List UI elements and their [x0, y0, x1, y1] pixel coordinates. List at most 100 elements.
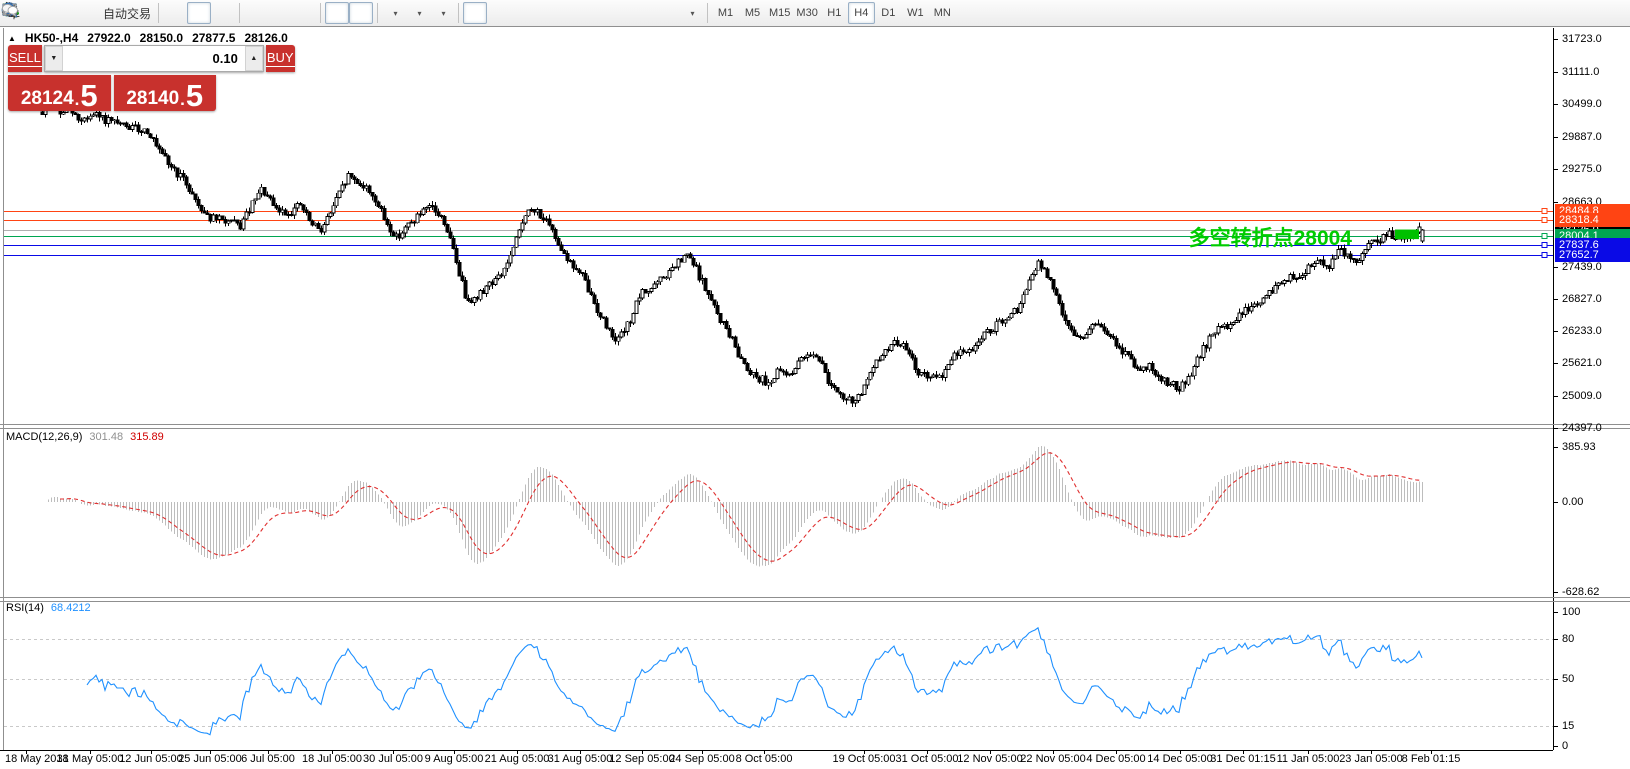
- timeframe-m15-button[interactable]: M15: [766, 2, 793, 24]
- toolbar-separator: [158, 3, 159, 23]
- time-axis-label: 25 Jun 05:00: [178, 753, 242, 765]
- sell-price-display[interactable]: 28124.5: [8, 75, 111, 111]
- price-axis-label: 24397.0: [1562, 422, 1602, 435]
- equidistant-channel-button[interactable]: E: [583, 2, 607, 24]
- rsi-axis-label: 0: [1562, 740, 1568, 753]
- auto-scroll-button[interactable]: [325, 2, 349, 24]
- time-axis-label: 19 Oct 05:00: [833, 753, 896, 765]
- price-axis-label: 26827.0: [1562, 293, 1602, 306]
- rsi-axis-label: 100: [1562, 606, 1580, 619]
- price-line-badge: 27652.7: [1555, 248, 1630, 262]
- zoom-out-button[interactable]: [268, 2, 292, 24]
- tile-windows-button[interactable]: [292, 2, 316, 24]
- chat-button[interactable]: [1598, 2, 1622, 24]
- indicators-dropdown-arrow-icon[interactable]: ▾: [394, 9, 398, 18]
- collapse-arrow-icon[interactable]: ▲: [8, 34, 16, 43]
- cursor-button[interactable]: [463, 2, 487, 24]
- timeframe-m1-button[interactable]: M1: [712, 2, 739, 24]
- price-axis-label: 29275.0: [1562, 163, 1602, 176]
- toolbar-separator: [458, 3, 459, 23]
- zoom-in-button[interactable]: [244, 2, 268, 24]
- vertical-line-button[interactable]: [511, 2, 535, 24]
- toolbar-separator: [707, 3, 708, 23]
- time-axis-label: 14 Dec 05:00: [1147, 753, 1212, 765]
- volume-input[interactable]: [63, 46, 245, 71]
- fibonacci-button[interactable]: F: [607, 2, 631, 24]
- arrows-button[interactable]: ▾: [679, 2, 703, 24]
- volume-increase-button[interactable]: ▲: [245, 46, 263, 71]
- chart-canvas[interactable]: [0, 0, 1630, 769]
- time-axis-label: 8 Feb 01:15: [1402, 753, 1461, 765]
- autotrading-label: 自动交易: [103, 5, 151, 22]
- time-axis-label: 12 Sep 05:00: [609, 753, 674, 765]
- line-chart-button[interactable]: [211, 2, 235, 24]
- periods-dropdown-arrow-icon[interactable]: ▾: [418, 9, 422, 18]
- autotrading-button[interactable]: 自动交易: [98, 2, 154, 24]
- toolbar-separator: [320, 3, 321, 23]
- ohlc-open: 27922.0: [87, 31, 130, 45]
- timeframe-h4-button[interactable]: H4: [848, 2, 875, 24]
- text-button[interactable]: A: [631, 2, 655, 24]
- time-axis-label: 11 Jan 05:00: [1277, 753, 1340, 765]
- price-line-badge: 28318.4: [1555, 213, 1630, 227]
- chart-text-annotation[interactable]: 多空转折点28004: [1189, 222, 1352, 252]
- symbol-period-label: HK50-,H4: [25, 31, 78, 45]
- time-axis-label: 31 Dec 01:15: [1210, 753, 1275, 765]
- macd-signal-value: 315.89: [130, 431, 164, 443]
- templates-dropdown-arrow-icon[interactable]: ▾: [442, 9, 446, 18]
- arrows-dropdown-arrow-icon[interactable]: ▾: [691, 9, 695, 18]
- rsi-value: 68.4212: [51, 602, 91, 614]
- macd-name: MACD(12,26,9): [6, 431, 82, 443]
- chart-symbol-header: ▲ HK50-,H4 27922.0 28150.0 27877.5 28126…: [8, 31, 288, 45]
- rsi-indicator-label: RSI(14) 68.4212: [6, 602, 91, 614]
- time-axis-label: 31 Oct 05:00: [896, 753, 959, 765]
- search-button[interactable]: [1568, 2, 1592, 24]
- timeframe-w1-button[interactable]: W1: [902, 2, 929, 24]
- toolbar-separator: [239, 3, 240, 23]
- templates-button[interactable]: ▾: [430, 2, 454, 24]
- macd-axis-label: 0.00: [1562, 496, 1583, 509]
- macd-indicator-label: MACD(12,26,9) 301.48 315.89: [6, 431, 164, 443]
- rsi-axis-label: 15: [1562, 720, 1574, 733]
- time-axis-label: 12 Nov 05:00: [957, 753, 1022, 765]
- indicators-button[interactable]: ▾: [382, 2, 406, 24]
- time-axis-label: 31 May 05:00: [57, 753, 124, 765]
- time-axis-label: 9 Aug 05:00: [425, 753, 484, 765]
- target-button[interactable]: [74, 2, 98, 24]
- time-axis-label: 24 Sep 05:00: [669, 753, 734, 765]
- time-axis-label: 31 Aug 05:00: [548, 753, 613, 765]
- timeframe-h1-button[interactable]: H1: [821, 2, 848, 24]
- rsi-name: RSI(14): [6, 602, 44, 614]
- bar-chart-button[interactable]: [163, 2, 187, 24]
- sell-button[interactable]: SELL: [8, 45, 42, 72]
- macd-main-value: 301.48: [89, 431, 123, 443]
- volume-decrease-button[interactable]: ▼: [45, 46, 63, 71]
- trendline-button[interactable]: [559, 2, 583, 24]
- one-click-trading-panel: SELL ▼ ▲ BUY 28124.5 28140.5: [8, 45, 216, 111]
- price-axis-label: 29887.0: [1562, 131, 1602, 144]
- timeframe-m30-button[interactable]: M30: [793, 2, 820, 24]
- chart-shift-button[interactable]: [349, 2, 373, 24]
- buy-button[interactable]: BUY: [266, 45, 295, 72]
- person-button[interactable]: [50, 2, 74, 24]
- price-axis-label: 31111.0: [1562, 66, 1599, 79]
- horizontal-line-button[interactable]: [535, 2, 559, 24]
- timeframe-d1-button[interactable]: D1: [875, 2, 902, 24]
- time-axis-label: 12 Jun 05:00: [119, 753, 183, 765]
- toolbar: 单自动交易▾▾▾EFAT▾M1M5M15M30H1H4D1W1MN: [0, 0, 1630, 27]
- candlestick-chart-button[interactable]: [187, 2, 211, 24]
- time-axis-label: 21 Aug 05:00: [485, 753, 550, 765]
- time-axis-label: 22 Nov 05:00: [1020, 753, 1085, 765]
- timeframe-m5-button[interactable]: M5: [739, 2, 766, 24]
- price-axis-label: 25621.0: [1562, 357, 1602, 370]
- price-axis-label: 27439.0: [1562, 261, 1602, 274]
- crosshair-button[interactable]: [487, 2, 511, 24]
- buy-price-display[interactable]: 28140.5: [114, 75, 217, 111]
- periods-button[interactable]: ▾: [406, 2, 430, 24]
- timeframe-mn-button[interactable]: MN: [929, 2, 956, 24]
- text-label-button[interactable]: T: [655, 2, 679, 24]
- toolbar-separator: [377, 3, 378, 23]
- book-button[interactable]: [26, 2, 50, 24]
- volume-spinner: ▼ ▲: [44, 45, 264, 72]
- rsi-axis-label: 50: [1562, 673, 1574, 686]
